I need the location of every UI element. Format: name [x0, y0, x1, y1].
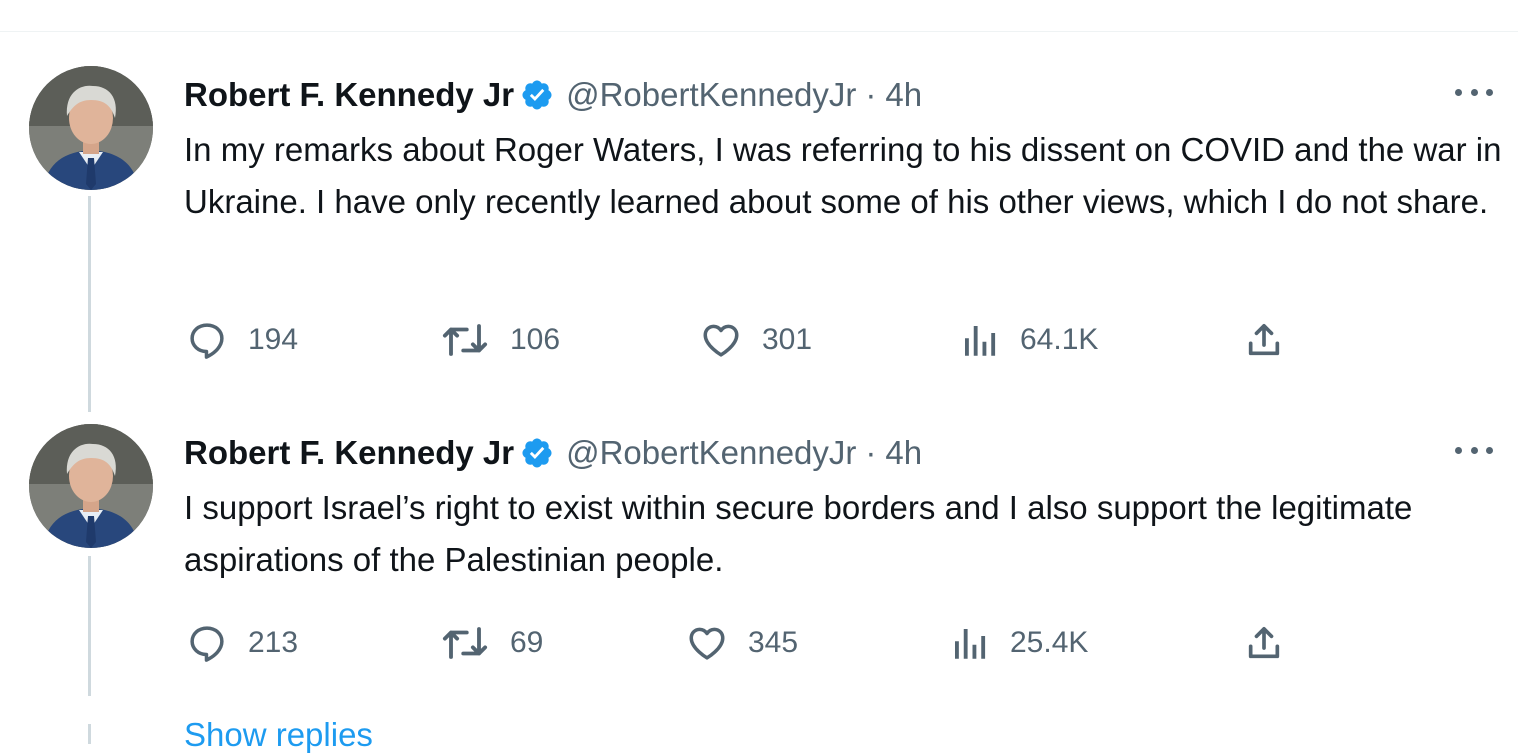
show-replies-link[interactable]: Show replies [184, 716, 373, 754]
like-count: 301 [762, 323, 813, 356]
top-divider [0, 31, 1518, 32]
like-count: 345 [748, 626, 799, 659]
more-options-icon[interactable] [1452, 82, 1496, 102]
avatar-photo [29, 66, 153, 190]
tweet-text: I support Israel’s right to exist within… [184, 489, 1413, 578]
avatar[interactable] [29, 66, 153, 190]
tweet-text: In my remarks about Roger Waters, I was … [184, 131, 1502, 220]
tweet-header: Robert F. Kennedy Jr @RobertKennedyJr · … [184, 431, 922, 475]
more-options-icon[interactable] [1452, 440, 1496, 460]
verified-badge-icon [520, 436, 554, 470]
retweet-count: 106 [510, 323, 561, 356]
reply-icon [190, 323, 224, 359]
author-name[interactable]: Robert F. Kennedy Jr [184, 76, 514, 114]
thread-line [88, 724, 91, 744]
share-icon[interactable] [1242, 318, 1286, 362]
tweet-timestamp[interactable]: 4h [885, 434, 922, 472]
author-handle[interactable]: @RobertKennedyJr [566, 434, 856, 472]
reply-count: 194 [248, 323, 299, 356]
separator-dot: · [865, 434, 877, 471]
views-chart-icon [965, 326, 996, 356]
share-icon[interactable] [1242, 621, 1286, 665]
avatar[interactable] [29, 424, 153, 548]
views-chart-icon [955, 629, 986, 659]
heart-icon [703, 324, 739, 357]
reply-count: 213 [248, 626, 299, 659]
author-name[interactable]: Robert F. Kennedy Jr [184, 434, 514, 472]
tweet-header: Robert F. Kennedy Jr @RobertKennedyJr · … [184, 73, 922, 117]
retweet-icon [442, 627, 488, 659]
like-button[interactable]: 301 [700, 318, 812, 362]
avatar-photo [29, 424, 153, 548]
separator-dot: · [865, 76, 877, 113]
retweet-button[interactable]: 69 [440, 621, 543, 665]
tweet-timestamp[interactable]: 4h [885, 76, 922, 114]
views-button[interactable]: 25.4K [948, 621, 1088, 665]
like-button[interactable]: 345 [686, 621, 798, 665]
reply-icon [190, 626, 224, 662]
verified-badge-icon [520, 78, 554, 112]
heart-icon [689, 627, 725, 660]
thread-line [88, 556, 91, 696]
views-count: 64.1K [1020, 323, 1099, 356]
views-count: 25.4K [1010, 626, 1089, 659]
reply-button[interactable]: 213 [186, 621, 298, 665]
author-handle[interactable]: @RobertKennedyJr [566, 76, 856, 114]
views-button[interactable]: 64.1K [958, 318, 1098, 362]
retweet-button[interactable]: 106 [440, 318, 560, 362]
retweet-icon [442, 324, 488, 356]
reply-button[interactable]: 194 [186, 318, 298, 362]
retweet-count: 69 [510, 626, 544, 659]
thread-line [88, 196, 91, 412]
